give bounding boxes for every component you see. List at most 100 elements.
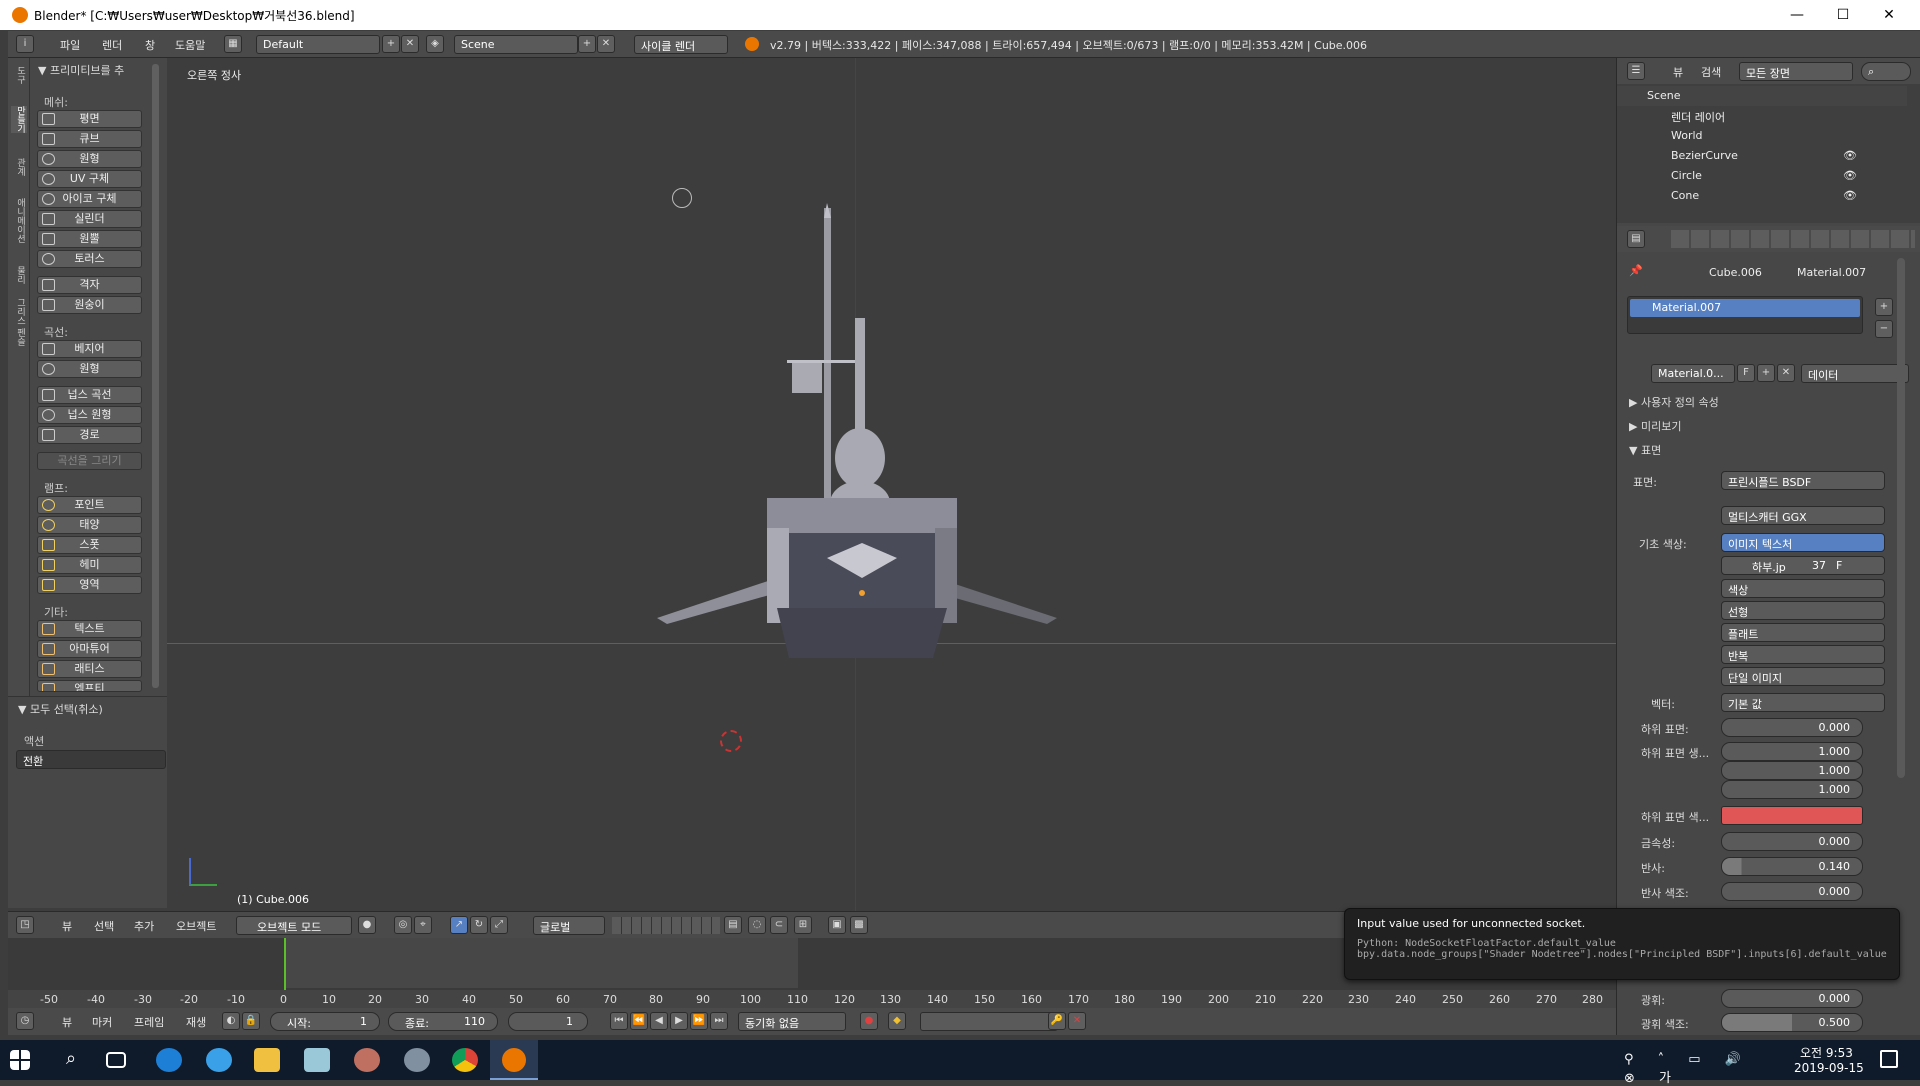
chrome-icon[interactable] — [452, 1048, 478, 1072]
outliner[interactable]: ☰ 뷰 검색 모든 장면 ⌕ Scene 렌더 레이어 World Bezier… — [1617, 58, 1920, 223]
ie-icon[interactable] — [206, 1048, 232, 1072]
outliner-row-circle[interactable]: Circle 👁 — [1617, 166, 1907, 186]
specular-tint-field[interactable]: 0.000 — [1721, 882, 1863, 901]
visibility-icon[interactable]: 👁 — [1843, 189, 1857, 202]
properties-scrollbar[interactable] — [1897, 258, 1905, 778]
add-path-button[interactable]: 경로 — [37, 426, 142, 444]
maximize-button[interactable]: ☐ — [1820, 0, 1866, 30]
app-icon-3[interactable] — [404, 1048, 430, 1072]
keying-set-field[interactable] — [920, 1012, 1058, 1031]
info-editor-type-icon[interactable]: i — [16, 35, 34, 53]
outliner-row-render-layers[interactable]: 렌더 레이어 — [1617, 106, 1907, 126]
primitives-panel-header[interactable]: ▼ 프리미티브를 추 — [38, 62, 124, 78]
pivot-icon[interactable]: ◎ — [394, 916, 412, 934]
menu-file[interactable]: 파일 — [60, 37, 80, 53]
outliner-editor-type-icon[interactable]: ☰ — [1627, 62, 1645, 80]
rotate-icon[interactable]: ↻ — [470, 916, 488, 934]
task-view-icon[interactable] — [106, 1052, 126, 1068]
material-fake-user-button[interactable]: F — [1737, 364, 1755, 382]
material-new-icon[interactable]: + — [1757, 364, 1775, 382]
vector-select[interactable]: 기본 값 — [1721, 693, 1885, 712]
material-link-select[interactable]: 데이터 — [1801, 364, 1909, 383]
add-point-lamp-button[interactable]: 포인트 — [37, 496, 142, 514]
extension-select[interactable]: 반복 — [1721, 645, 1885, 664]
source-select[interactable]: 단일 이미지 — [1721, 667, 1885, 686]
3d-viewport[interactable]: 오른쪽 정사 (1) Cube.006 — [167, 58, 1616, 911]
play-icon[interactable]: ▶ — [670, 1012, 688, 1030]
surface-panel[interactable]: ▼ 표면 — [1629, 442, 1661, 458]
add-uv-sphere-button[interactable]: UV 구체 — [37, 170, 142, 188]
start-frame-field[interactable]: 시작: 1 — [270, 1012, 380, 1031]
layout-grid-icon[interactable]: ▦ — [224, 35, 242, 53]
add-monkey-button[interactable]: 원숭이 — [37, 296, 142, 314]
add-sun-lamp-button[interactable]: 태양 — [37, 516, 142, 534]
toolshelf-scrollbar[interactable] — [152, 64, 159, 688]
add-area-lamp-button[interactable]: 영역 — [37, 576, 142, 594]
slot-add-icon[interactable]: + — [1875, 298, 1893, 316]
custom-props-panel[interactable]: ▶ 사용자 정의 속성 — [1629, 394, 1719, 410]
3d-cursor-icon[interactable] — [720, 730, 742, 752]
subsurface-field[interactable]: 0.000 — [1721, 718, 1863, 737]
start-icon[interactable] — [10, 1050, 30, 1070]
close-button[interactable]: ✕ — [1866, 0, 1912, 30]
layer-buttons[interactable] — [612, 917, 720, 934]
material-slot-item[interactable]: Material.007 — [1630, 299, 1860, 317]
pin-icon[interactable]: 📌 — [1629, 264, 1643, 277]
scene-remove-icon[interactable]: ✕ — [597, 35, 615, 53]
add-bezier-button[interactable]: 베지어 — [37, 340, 142, 358]
tab-physics[interactable]: 물리 — [11, 266, 27, 284]
edge-icon[interactable] — [156, 1048, 182, 1072]
add-nurbs-circle-button[interactable]: 넙스 원형 — [37, 406, 142, 424]
clock-date[interactable]: 2019-09-15 — [1794, 1061, 1864, 1075]
specular-field[interactable]: 0.140 — [1721, 857, 1863, 876]
add-nurbs-curve-button[interactable]: 넙스 곡선 — [37, 386, 142, 404]
surface-shader-select[interactable]: 프린시플드 BSDF — [1721, 471, 1885, 490]
preview-range-icon[interactable]: ◐ — [222, 1012, 240, 1030]
menu-object[interactable]: 오브젝트 — [176, 918, 216, 934]
editor-type-icon[interactable]: ◳ — [16, 916, 34, 934]
tl-menu-view[interactable]: 뷰 — [62, 1014, 72, 1030]
lock-range-icon[interactable]: 🔒 — [242, 1012, 260, 1030]
layout-remove-icon[interactable]: ✕ — [401, 35, 419, 53]
add-cone-button[interactable]: 원뿔 — [37, 230, 142, 248]
select-all-panel-header[interactable]: ▼ 모두 선택(취소) — [18, 701, 103, 717]
action-select[interactable]: 전환 — [16, 750, 166, 769]
interpolation-select[interactable]: 선형 — [1721, 601, 1885, 620]
outliner-row-cone[interactable]: Cone 👁 — [1617, 186, 1907, 206]
scale-icon[interactable]: ⤢ — [490, 916, 508, 934]
sheen-tint-field[interactable]: 0.500 — [1721, 1013, 1863, 1032]
tray-icons[interactable]: ⚲ ˄ ▭ 🔊 ⊗ 가 — [1624, 1052, 1764, 1086]
add-grid-button[interactable]: 격자 — [37, 276, 142, 294]
add-lattice-button[interactable]: 래티스 — [37, 660, 142, 678]
add-cylinder-button[interactable]: 실린더 — [37, 210, 142, 228]
mode-select[interactable]: 오브젝트 모드 — [236, 916, 352, 935]
scene-icon[interactable]: ◈ — [426, 35, 444, 53]
app-icon[interactable] — [304, 1048, 330, 1072]
visibility-icon[interactable]: 👁 — [1843, 149, 1857, 162]
clock-time[interactable]: 오전 9:53 — [1800, 1044, 1853, 1061]
snap-element-icon[interactable]: ⊞ — [794, 916, 812, 934]
draw-curve-button[interactable]: 곡선을 그리기 — [37, 452, 142, 470]
current-frame-line[interactable] — [284, 938, 286, 990]
add-torus-button[interactable]: 토러스 — [37, 250, 142, 268]
layout-select[interactable]: Default — [256, 35, 380, 54]
tab-create[interactable]: 만들기 — [11, 106, 27, 133]
add-armature-button[interactable]: 아마튜어 — [37, 640, 142, 658]
properties-editor-type-icon[interactable]: ▤ — [1627, 230, 1645, 248]
scene-select[interactable]: Scene — [454, 35, 578, 54]
subsurface-radius-y[interactable]: 1.000 — [1721, 761, 1863, 780]
orientation-select[interactable]: 글로벌 — [533, 916, 605, 935]
menu-view[interactable]: 뷰 — [62, 918, 72, 934]
preview-panel[interactable]: ▶ 미리보기 — [1629, 418, 1681, 434]
properties-context-tabs[interactable] — [1671, 230, 1915, 248]
jump-end-icon[interactable]: ⏭ — [710, 1012, 728, 1030]
add-plane-button[interactable]: 평면 — [37, 110, 142, 128]
subsurface-radius-z[interactable]: 1.000 — [1721, 780, 1863, 799]
keying-icon[interactable]: ◆ — [888, 1012, 906, 1030]
base-color-input-select[interactable]: 이미지 텍스처 — [1721, 533, 1885, 552]
visibility-icon[interactable]: 👁 — [1843, 169, 1857, 182]
distribution-select[interactable]: 멀티스캐터 GGX — [1721, 506, 1885, 525]
outliner-filter-select[interactable]: 모든 장면 — [1739, 62, 1853, 81]
subsurface-radius-x[interactable]: 1.000 — [1721, 742, 1863, 761]
subsurface-color-swatch[interactable] — [1721, 806, 1863, 825]
